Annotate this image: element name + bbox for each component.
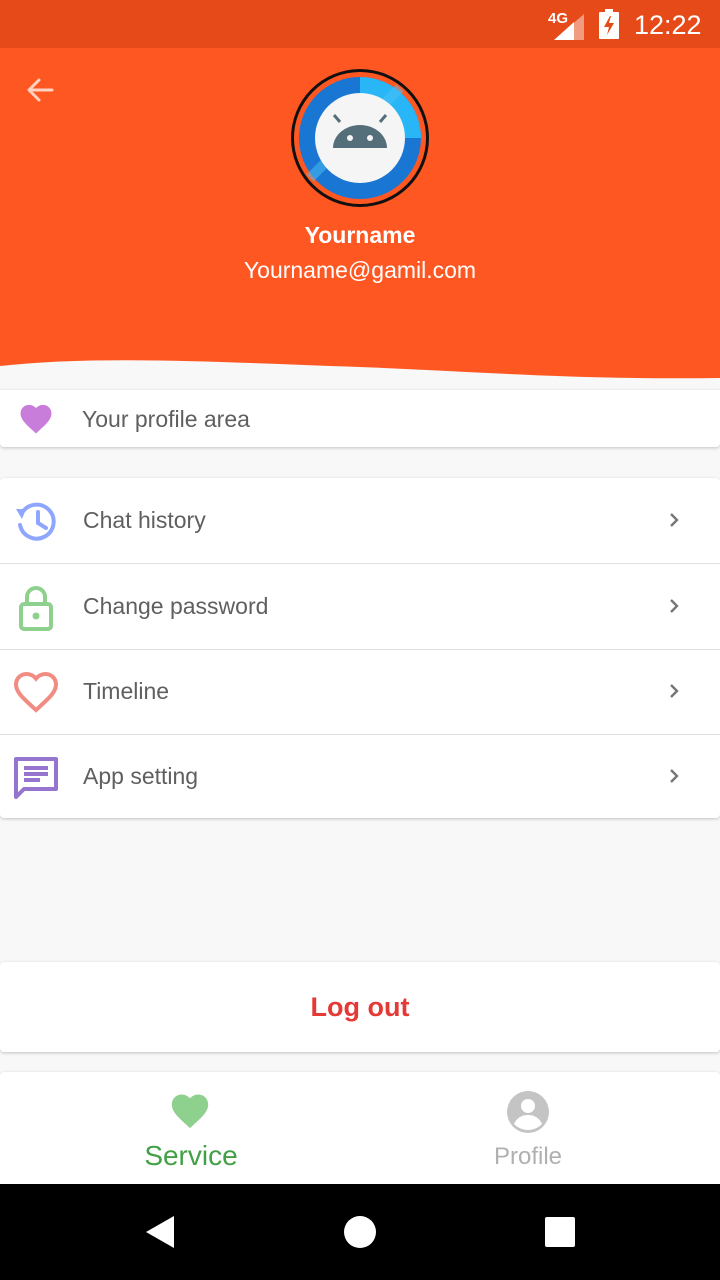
tab-label: Service [144,1140,238,1171]
status-clock: 12:22 [634,10,702,40]
chevron-right-icon [670,599,679,613]
system-navigation-bar [0,1184,720,1280]
chevron-right-icon [670,684,679,698]
menu-item-label: Timeline [83,678,170,704]
history-icon [16,502,56,541]
nav-recents-icon[interactable] [544,1216,576,1248]
profile-header: Yourname Yourname@gamil.com [0,48,720,388]
menu-item-label: Change password [83,593,269,619]
menu-item-chat-history[interactable]: Chat history [0,478,720,563]
profile-area-label: Your profile area [82,406,250,432]
menu-item-app-setting[interactable]: App setting [0,734,720,819]
menu-item-change-password[interactable]: Change password [0,564,720,649]
nav-back-icon[interactable] [142,1214,178,1250]
logout-button[interactable]: Log out [0,962,720,1052]
bottom-navigation: Service Profile [0,1072,720,1184]
chevron-right-icon [670,513,679,527]
tab-service[interactable]: Service [10,1072,370,1184]
status-bar: 4G 12:22 [0,0,720,48]
battery-charging-icon [599,9,619,39]
account-circle-icon [507,1091,549,1133]
network-type: 4G [548,10,569,27]
user-name: Yourname [304,222,416,248]
heart-icon [171,1094,209,1129]
user-email: Yourname@gamil.com [243,257,477,283]
menu-item-timeline[interactable]: Timeline [0,649,720,734]
heart-outline-icon [13,671,59,713]
heart-icon [20,404,52,434]
back-arrow-icon[interactable] [22,72,58,108]
chevron-right-icon [670,769,679,783]
avatar[interactable] [290,68,430,208]
tab-label: Profile [493,1143,563,1170]
menu-item-label: App setting [83,763,199,789]
menu-item-label: Chat history [83,507,206,533]
tab-profile[interactable]: Profile [348,1072,708,1184]
nav-home-icon[interactable] [342,1214,378,1250]
logout-label: Log out [310,992,410,1022]
settings-menu: Chat history Change password Timeline Ap… [0,478,720,818]
profile-area-card[interactable]: Your profile area [0,390,720,447]
message-icon [14,757,58,799]
lock-icon [19,586,53,631]
